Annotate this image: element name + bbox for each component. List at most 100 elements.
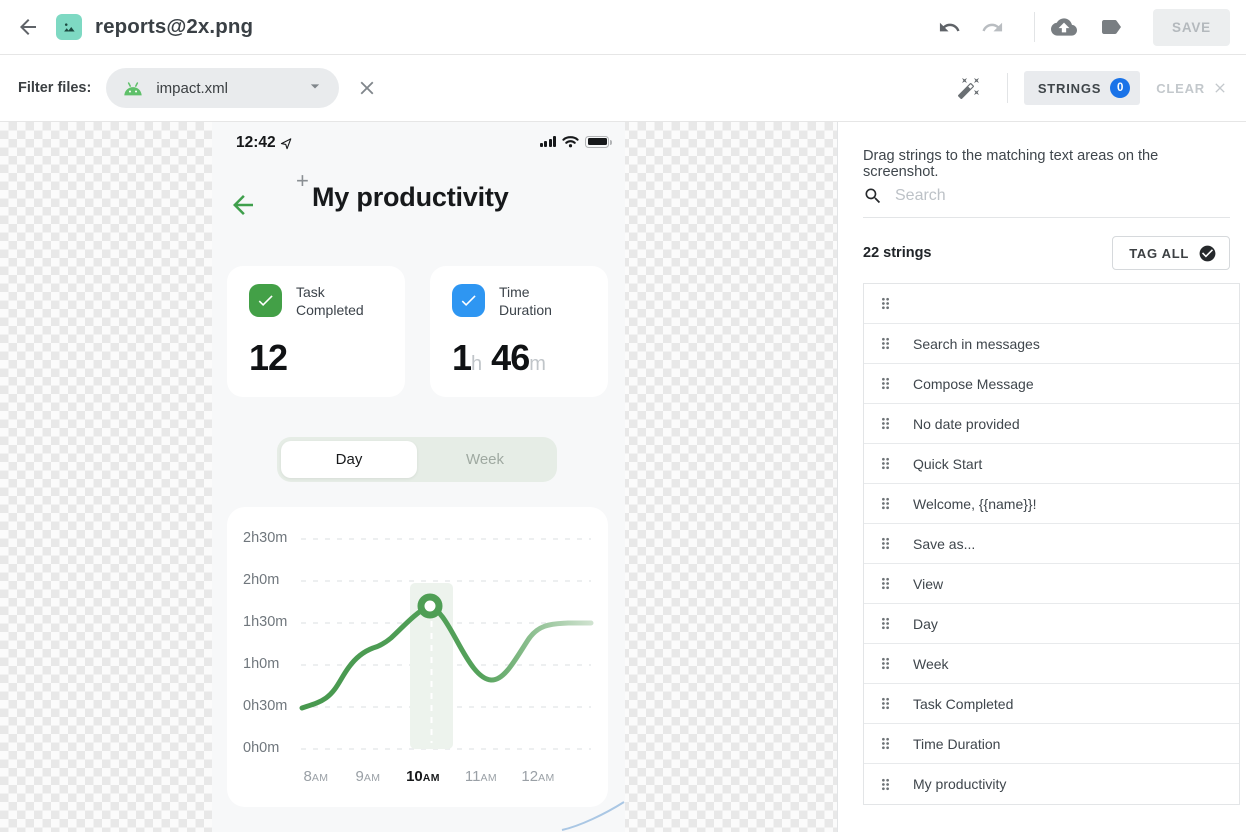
string-row[interactable]: No date provided xyxy=(864,404,1239,444)
check-circle-icon xyxy=(1198,244,1217,263)
stat-label: Time Duration xyxy=(499,284,583,319)
back-icon[interactable] xyxy=(16,15,40,39)
string-label: No date provided xyxy=(913,416,1020,432)
divider xyxy=(1034,12,1035,42)
string-label: View xyxy=(913,576,943,592)
drag-handle-icon[interactable] xyxy=(877,615,894,632)
time-duration-card: Time Duration 1h 46m xyxy=(430,266,608,397)
android-icon xyxy=(122,81,144,96)
divider xyxy=(1007,73,1008,103)
drag-handle-icon[interactable] xyxy=(877,495,894,512)
location-arrow-icon xyxy=(278,133,296,151)
string-row[interactable]: View xyxy=(864,564,1239,604)
top-bar: reports@2x.png SAVE xyxy=(0,0,1246,55)
string-row[interactable]: Week xyxy=(864,644,1239,684)
green-check-icon xyxy=(249,284,282,317)
file-filter-dropdown[interactable]: impact.xml xyxy=(106,68,339,108)
strings-label: STRINGS xyxy=(1038,81,1101,96)
undo-icon[interactable] xyxy=(938,16,961,39)
page-title: reports@2x.png xyxy=(95,15,253,39)
filter-bar: Filter files: impact.xml STRINGS 0 CLEAR xyxy=(0,55,1246,122)
drag-handle-icon[interactable] xyxy=(877,295,894,312)
filter-files-label: Filter files: xyxy=(18,80,91,96)
string-row[interactable]: Time Duration xyxy=(864,724,1239,764)
drag-handle-icon[interactable] xyxy=(877,335,894,352)
wifi-icon xyxy=(562,135,579,148)
clear-label: CLEAR xyxy=(1156,81,1205,96)
strings-count-badge: 0 xyxy=(1110,78,1130,98)
strings-count-label: 22 strings xyxy=(863,245,932,261)
strings-toggle-button[interactable]: STRINGS 0 xyxy=(1024,71,1140,105)
drag-handle-icon[interactable] xyxy=(877,415,894,432)
day-week-toggle: Day Week xyxy=(277,437,557,482)
phone-back-arrow-icon[interactable] xyxy=(228,190,258,225)
string-label: Welcome, {{name}}! xyxy=(913,496,1036,512)
y-axis-label: 2h30m xyxy=(243,530,303,546)
string-label: Compose Message xyxy=(913,376,1034,392)
drag-handle-icon[interactable] xyxy=(877,735,894,752)
save-button[interactable]: SAVE xyxy=(1153,9,1230,46)
battery-icon xyxy=(585,136,609,148)
search-bar xyxy=(863,186,1230,218)
drag-handle-icon[interactable] xyxy=(877,655,894,672)
stat-value: 1h 46m xyxy=(452,337,546,379)
chevron-down-icon xyxy=(305,76,325,101)
y-axis-label: 1h0m xyxy=(243,656,303,672)
panel-instruction: Drag strings to the matching text areas … xyxy=(863,148,1230,180)
toggle-week[interactable]: Week xyxy=(417,441,553,478)
tag-all-button[interactable]: TAG ALL xyxy=(1112,236,1230,270)
signal-icon xyxy=(540,136,557,147)
drag-handle-icon[interactable] xyxy=(877,575,894,592)
toggle-day[interactable]: Day xyxy=(281,441,417,478)
string-row[interactable]: Welcome, {{name}}! xyxy=(864,484,1239,524)
x-axis-label: 9AM xyxy=(342,768,394,785)
drag-handle-icon[interactable] xyxy=(877,375,894,392)
file-filter-value: impact.xml xyxy=(156,80,228,97)
drag-handle-icon[interactable] xyxy=(877,535,894,552)
phone-add-button[interactable]: + xyxy=(296,168,309,194)
x-axis-label-active: 10AM xyxy=(397,768,449,785)
string-label: Week xyxy=(913,656,949,672)
cloud-upload-icon[interactable] xyxy=(1051,14,1077,40)
search-input[interactable] xyxy=(895,187,1195,205)
tag-all-label: TAG ALL xyxy=(1129,246,1189,261)
redo-icon[interactable] xyxy=(981,16,1004,39)
drag-handle-icon[interactable] xyxy=(877,695,894,712)
image-file-icon xyxy=(56,14,82,40)
string-row[interactable]: Task Completed xyxy=(864,684,1239,724)
clear-filter-icon[interactable] xyxy=(356,77,378,99)
string-row[interactable]: My productivity xyxy=(864,764,1239,804)
x-axis-label: 11AM xyxy=(455,768,507,785)
blue-check-icon xyxy=(452,284,485,317)
search-icon xyxy=(863,186,883,206)
app-window: reports@2x.png SAVE Filter files: imp xyxy=(0,0,1246,832)
string-label: Quick Start xyxy=(913,456,982,472)
string-row[interactable]: Save as... xyxy=(864,524,1239,564)
string-label: Search in messages xyxy=(913,336,1040,352)
string-label: Task Completed xyxy=(913,696,1013,712)
peak-marker xyxy=(421,597,439,615)
string-row[interactable]: Search in messages xyxy=(864,324,1239,364)
strings-panel: Drag strings to the matching text areas … xyxy=(837,122,1246,832)
productivity-chart: 2h30m 2h0m 1h30m 1h0m 0h30m 0h0m 8AM 9AM… xyxy=(227,507,608,807)
string-row[interactable]: Quick Start xyxy=(864,444,1239,484)
strings-list: Search in messages Compose Message No da… xyxy=(863,283,1240,805)
screenshot-preview[interactable]: 12:42 + My productivity Task Completed xyxy=(212,122,625,832)
y-axis-label: 0h0m xyxy=(243,740,303,756)
string-label: Save as... xyxy=(913,536,975,552)
y-axis-label: 1h30m xyxy=(243,614,303,630)
decorative-curve xyxy=(560,798,625,832)
string-row[interactable]: Compose Message xyxy=(864,364,1239,404)
x-axis-label: 8AM xyxy=(290,768,342,785)
drag-handle-icon[interactable] xyxy=(877,776,894,793)
string-label: Time Duration xyxy=(913,736,1000,752)
stat-label: Task Completed xyxy=(296,284,380,319)
magic-wand-icon[interactable] xyxy=(957,76,981,100)
tag-icon[interactable] xyxy=(1099,15,1123,39)
string-label: Day xyxy=(913,616,938,632)
drag-handle-icon[interactable] xyxy=(877,455,894,472)
string-row[interactable]: Day xyxy=(864,604,1239,644)
string-row[interactable] xyxy=(864,284,1239,324)
y-axis-label: 0h30m xyxy=(243,698,303,714)
clear-button[interactable]: CLEAR xyxy=(1156,80,1228,96)
